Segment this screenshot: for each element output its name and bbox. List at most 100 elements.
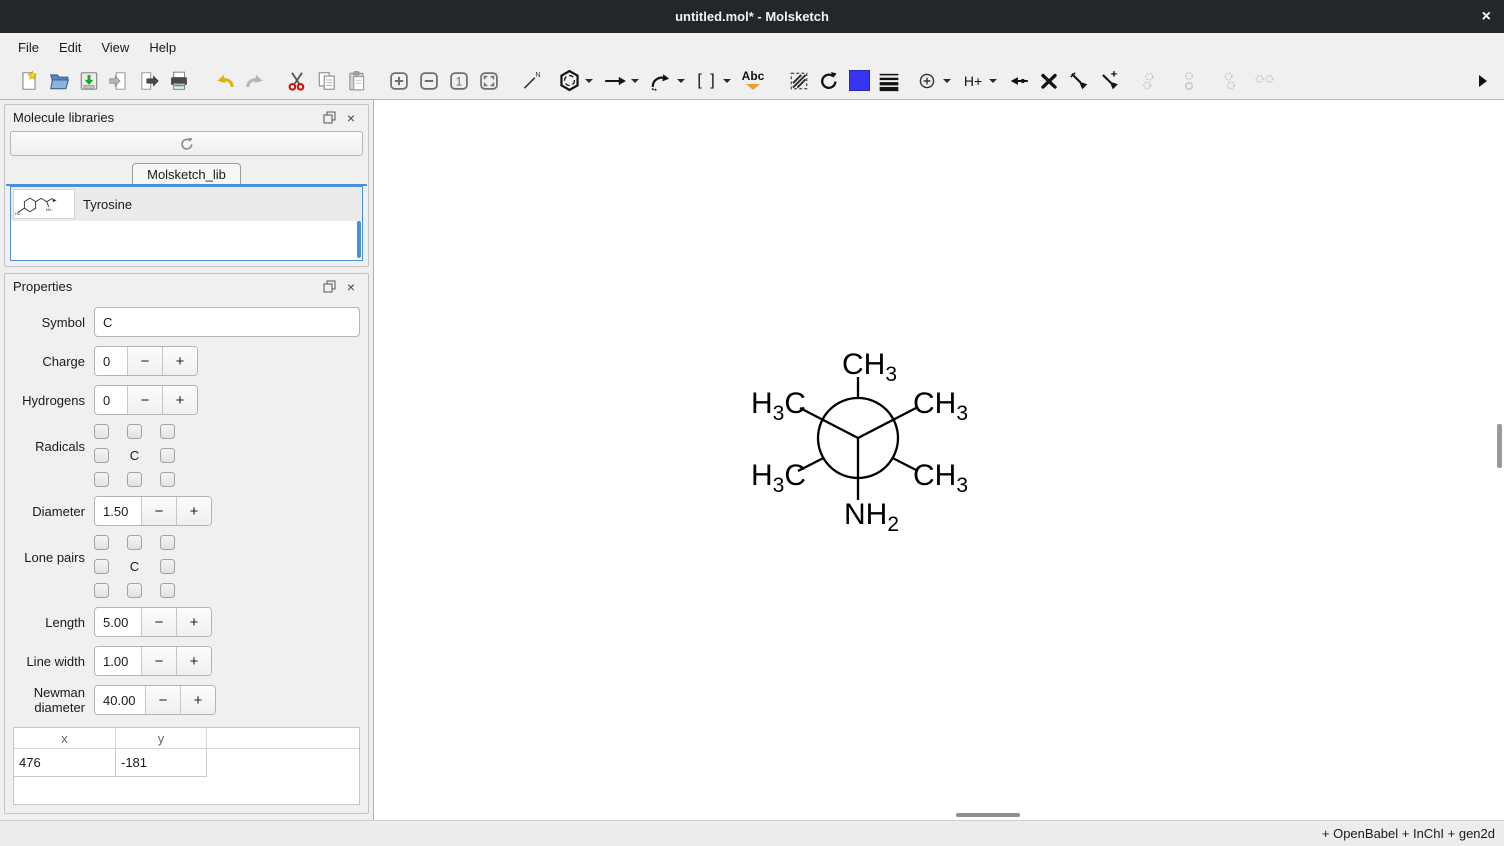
curved-arrow-button[interactable] (646, 66, 676, 96)
hydrogens-increment-button[interactable]: + (162, 386, 197, 414)
redo-button[interactable] (240, 66, 270, 96)
radical-checkbox[interactable] (127, 472, 142, 487)
new-file-button[interactable] (14, 66, 44, 96)
coordinate-x-cell[interactable]: 476 (14, 749, 116, 777)
library-float-button[interactable] (320, 109, 338, 127)
delete-button[interactable] (1034, 66, 1064, 96)
ring-dropdown-caret[interactable] (585, 79, 593, 83)
menu-help[interactable]: Help (139, 36, 186, 59)
menu-view[interactable]: View (91, 36, 139, 59)
drawing-canvas[interactable]: CH3 H3C CH3 H3C CH3 NH2 (373, 100, 1504, 820)
window-close-button[interactable]: × (1482, 0, 1491, 33)
canvas-horizontal-scrollbar-thumb[interactable] (956, 813, 1020, 817)
export-button[interactable] (134, 66, 164, 96)
paste-button[interactable] (342, 66, 372, 96)
molecule-label-top[interactable]: CH3 (842, 348, 897, 385)
line-width-button[interactable] (874, 66, 904, 96)
newman-diameter-decrement-button[interactable]: − (145, 686, 180, 714)
library-scrollbar-thumb[interactable] (357, 221, 361, 258)
length-increment-button[interactable]: + (176, 608, 211, 636)
lone-pair-checkbox[interactable] (94, 535, 109, 550)
library-list[interactable]: HONH₂ Tyrosine (10, 186, 363, 261)
lone-pair-checkbox[interactable] (94, 583, 109, 598)
length-decrement-button[interactable]: − (141, 608, 176, 636)
lone-pair-button[interactable] (1004, 66, 1034, 96)
radical-checkbox[interactable] (160, 424, 175, 439)
diameter-value[interactable]: 1.50 (95, 497, 141, 525)
charge-value[interactable]: 0 (95, 347, 127, 375)
radical-checkbox[interactable] (94, 448, 109, 463)
library-close-button[interactable]: × (342, 109, 360, 127)
coordinate-y-cell[interactable]: -181 (116, 749, 207, 777)
molecule-label-lower-left[interactable]: H3C (751, 459, 806, 496)
curved-arrow-dropdown-caret[interactable] (677, 79, 685, 83)
text-tool-button[interactable]: Abc (738, 66, 768, 96)
radical-checkbox[interactable] (160, 472, 175, 487)
symbol-input[interactable]: C (94, 307, 360, 337)
zoom-fit-button[interactable] (474, 66, 504, 96)
diameter-decrement-button[interactable]: − (141, 497, 176, 525)
radical-checkbox[interactable] (94, 472, 109, 487)
hydrogen-button[interactable]: H+ (958, 66, 988, 96)
hydrogens-value[interactable]: 0 (95, 386, 127, 414)
area-highlight-button[interactable] (784, 66, 814, 96)
newman-diameter-value[interactable]: 40.00 (95, 686, 145, 714)
radical-checkbox[interactable] (160, 448, 175, 463)
hydrogens-decrement-button[interactable]: − (127, 386, 162, 414)
reaction-arrow-dropdown-caret[interactable] (631, 79, 639, 83)
mechanism-plus-tool-button[interactable] (1094, 66, 1124, 96)
molecule-label-upper-left[interactable]: H3C (751, 387, 806, 424)
bracket-button[interactable]: [ ] (692, 66, 722, 96)
lone-pair-checkbox[interactable] (160, 559, 175, 574)
charge-decrement-button[interactable]: − (127, 347, 162, 375)
rotate-button[interactable] (814, 66, 844, 96)
lone-pair-checkbox[interactable] (127, 535, 142, 550)
mechanism-tool-button[interactable] (1064, 66, 1094, 96)
molecule-label-upper-right[interactable]: CH3 (913, 387, 968, 424)
menu-edit[interactable]: Edit (49, 36, 91, 59)
library-refresh-button[interactable] (10, 131, 363, 156)
properties-float-button[interactable] (320, 278, 338, 296)
length-value[interactable]: 5.00 (95, 608, 141, 636)
copy-button[interactable] (312, 66, 342, 96)
cut-button[interactable] (282, 66, 312, 96)
zoom-out-button[interactable] (414, 66, 444, 96)
line-width-increment-button[interactable]: + (176, 647, 211, 675)
tab-molsketch-lib[interactable]: Molsketch_lib (132, 163, 241, 184)
save-button[interactable] (74, 66, 104, 96)
charge-dropdown-caret[interactable] (943, 79, 951, 83)
radical-checkbox[interactable] (127, 424, 142, 439)
radicals-grid: C (94, 424, 175, 487)
lone-pair-checkbox[interactable] (94, 559, 109, 574)
lone-pair-checkbox[interactable] (127, 583, 142, 598)
line-width-value[interactable]: 1.00 (95, 647, 141, 675)
undo-button[interactable] (210, 66, 240, 96)
open-file-button[interactable] (44, 66, 74, 96)
draw-bond-icon: N (520, 70, 542, 92)
reaction-arrow-button[interactable] (600, 66, 630, 96)
diameter-increment-button[interactable]: + (176, 497, 211, 525)
list-item-tyrosine[interactable]: HONH₂ Tyrosine (11, 187, 362, 221)
zoom-in-button[interactable] (384, 66, 414, 96)
charge-increment-button[interactable]: + (162, 347, 197, 375)
import-button[interactable] (104, 66, 134, 96)
molecule-label-lower-right[interactable]: CH3 (913, 459, 968, 496)
toolbar-expand-button[interactable] (1468, 66, 1498, 96)
insert-ring-button[interactable] (554, 66, 584, 96)
menu-file[interactable]: File (8, 36, 49, 59)
draw-bond-button[interactable]: N (516, 66, 546, 96)
print-button[interactable] (164, 66, 194, 96)
hydrogen-dropdown-caret[interactable] (989, 79, 997, 83)
lone-pair-checkbox[interactable] (160, 583, 175, 598)
properties-close-button[interactable]: × (342, 278, 360, 296)
lone-pair-checkbox[interactable] (160, 535, 175, 550)
newman-diameter-increment-button[interactable]: + (180, 686, 215, 714)
molecule-label-bottom[interactable]: NH2 (844, 498, 899, 535)
radical-checkbox[interactable] (94, 424, 109, 439)
canvas-vertical-scrollbar-thumb[interactable] (1497, 424, 1502, 468)
charge-button[interactable] (912, 66, 942, 96)
color-swatch-button[interactable] (844, 66, 874, 96)
line-width-decrement-button[interactable]: − (141, 647, 176, 675)
zoom-original-button[interactable]: 1 (444, 66, 474, 96)
bracket-dropdown-caret[interactable] (723, 79, 731, 83)
